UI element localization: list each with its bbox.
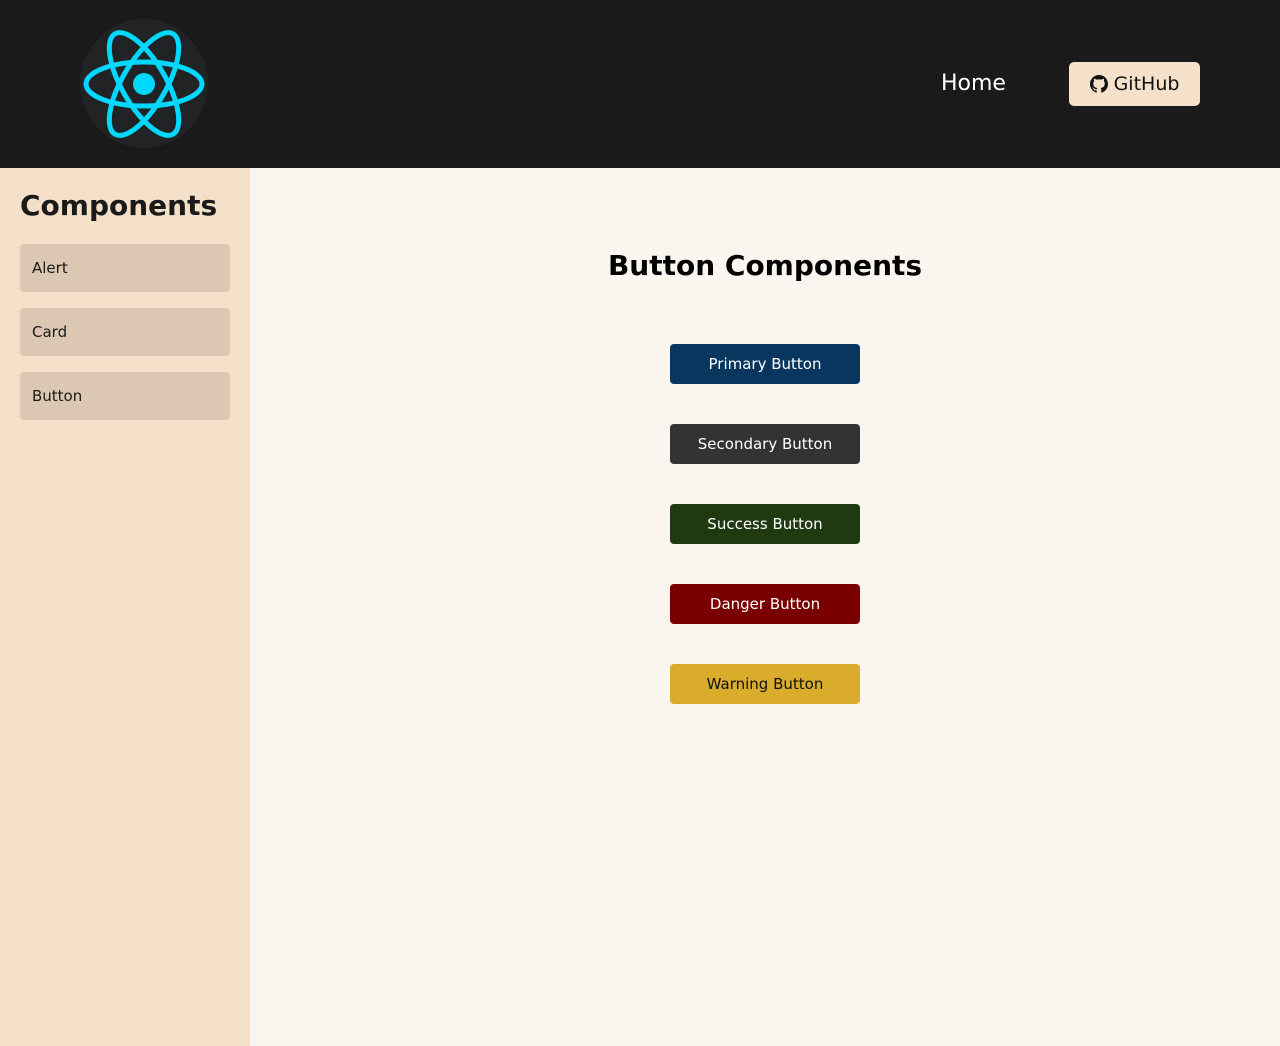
react-atom-icon [83, 29, 205, 138]
danger-button[interactable]: Danger Button [670, 584, 860, 624]
primary-button[interactable]: Primary Button [670, 344, 860, 384]
success-button[interactable]: Success Button [670, 504, 860, 544]
github-icon [1089, 75, 1108, 93]
secondary-button[interactable]: Secondary Button [670, 424, 860, 464]
react-logo[interactable] [80, 19, 208, 148]
top-header: Home GitHub [0, 0, 1280, 168]
sidebar-title: Components [20, 189, 218, 222]
sidebar: Components Alert Card Button [0, 168, 250, 1046]
sidebar-item-alert[interactable]: Alert [20, 244, 230, 292]
github-button-label: GitHub [1113, 73, 1180, 95]
warning-button[interactable]: Warning Button [670, 664, 860, 704]
github-button[interactable]: GitHub [1069, 62, 1200, 106]
sidebar-item-button[interactable]: Button [20, 372, 230, 420]
page-title: Button Components [607, 249, 923, 282]
sidebar-item-card[interactable]: Card [20, 308, 230, 356]
nav-home-link[interactable]: Home [941, 68, 1006, 100]
main-content: Button Components Primary Button Seconda… [250, 168, 1280, 1046]
